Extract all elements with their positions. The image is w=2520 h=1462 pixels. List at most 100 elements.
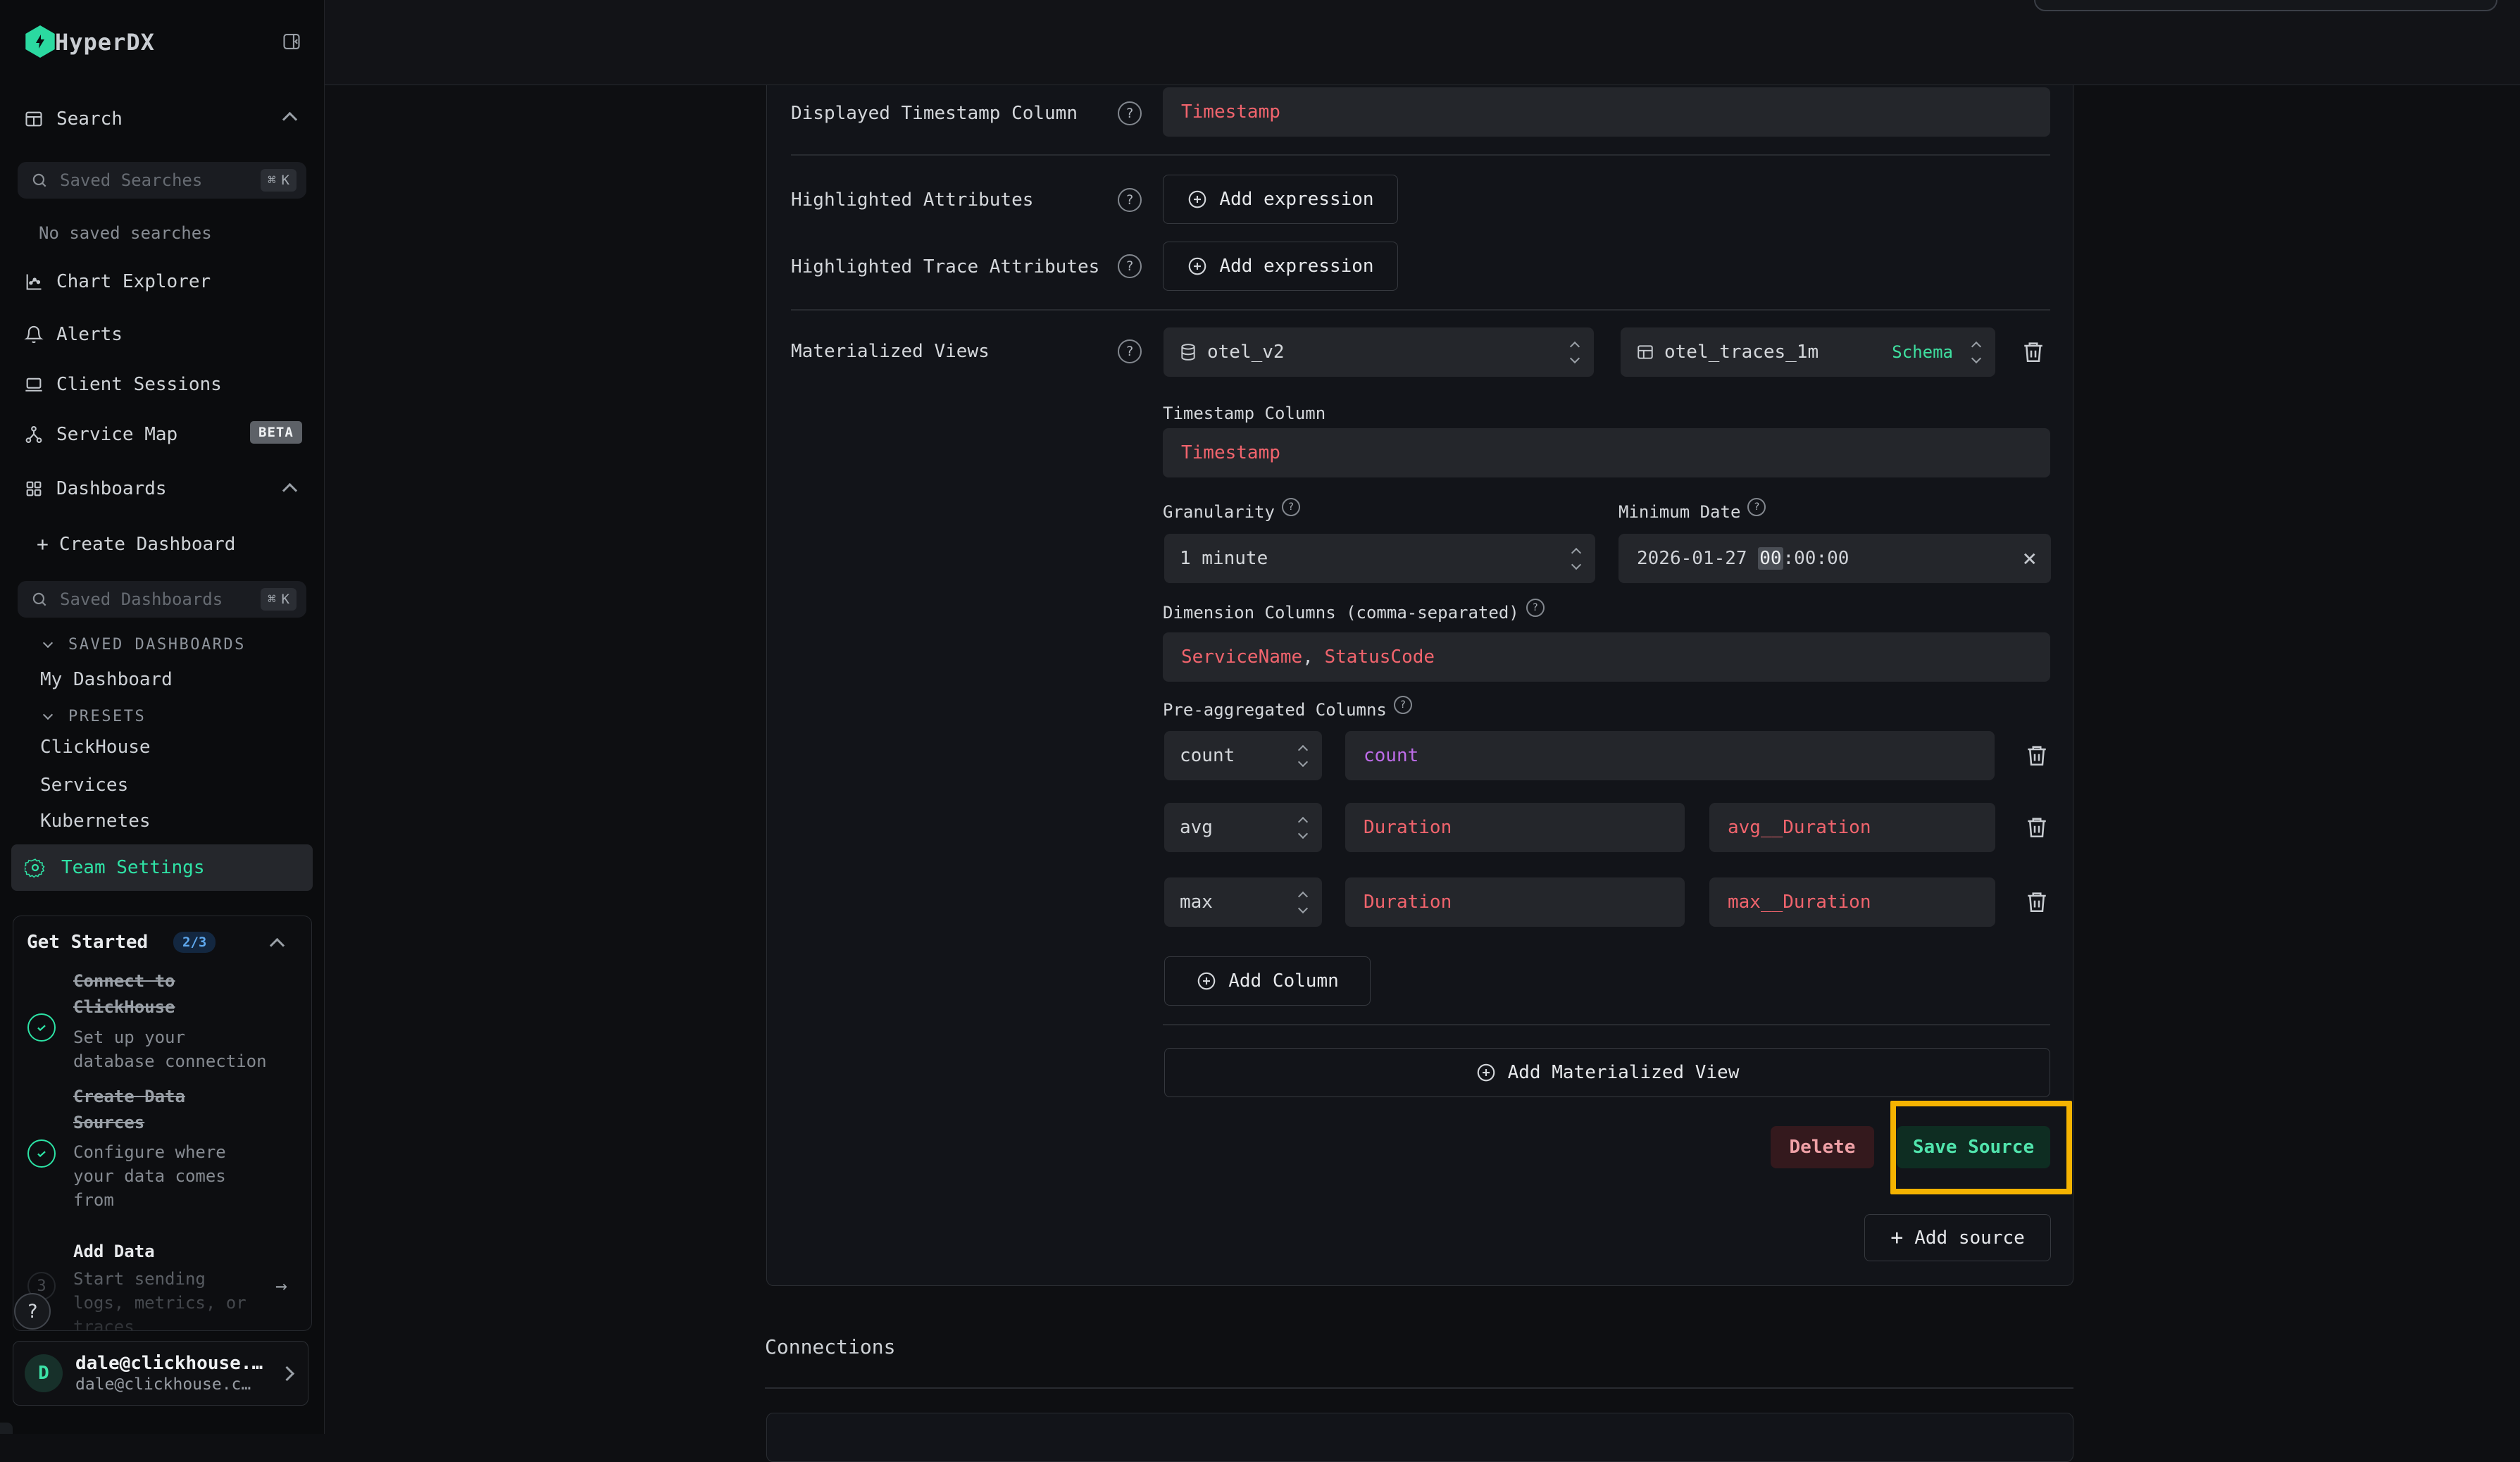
chevron-up-icon[interactable]	[282, 112, 297, 127]
search-icon	[30, 171, 49, 189]
delete-agg-row-icon[interactable]	[2024, 814, 2050, 844]
sidebar-item-team-settings[interactable]: Team Settings	[11, 844, 313, 891]
arrow-right-icon[interactable]: →	[275, 1274, 287, 1297]
schema-link[interactable]: Schema	[1892, 342, 1953, 362]
agg-fn-select[interactable]: count	[1164, 731, 1322, 780]
chevron-down-icon[interactable]	[43, 710, 53, 720]
sidebar-item-clickhouse[interactable]: ClickHouse	[40, 737, 151, 758]
gear-icon	[25, 857, 46, 878]
search-icon	[30, 590, 49, 608]
help-icon[interactable]: ?	[1118, 188, 1142, 212]
agg-fn-select[interactable]: max	[1164, 877, 1322, 927]
get-started-title: Get Started	[27, 932, 148, 953]
team-settings-label: Team Settings	[61, 857, 205, 878]
agg-expr-input[interactable]: Duration	[1345, 877, 1685, 927]
sidebar-item-my-dashboard[interactable]: My Dashboard	[40, 669, 173, 690]
add-materialized-view-button[interactable]: Add Materialized View	[1164, 1048, 2050, 1097]
minimum-date-value: 2026-01-27 00:00:00	[1637, 548, 1849, 569]
chart-explorer-icon	[23, 271, 44, 292]
help-icon[interactable]: ?	[1118, 101, 1142, 125]
saved-dashboards-input[interactable]	[58, 589, 261, 610]
delete-agg-row-icon[interactable]	[2024, 889, 2050, 918]
gs-item-connect-title[interactable]: Connect to ClickHouse	[73, 968, 277, 1020]
add-source-button[interactable]: + Add source	[1864, 1214, 2051, 1261]
service-map-icon	[23, 424, 44, 445]
save-source-button[interactable]: Save Source	[1897, 1126, 2050, 1168]
plus-circle-icon	[1187, 256, 1208, 277]
gs-item-sources-title[interactable]: Create Data Sources	[73, 1084, 256, 1136]
connections-heading: Connections	[765, 1335, 895, 1358]
app-name: HyperDX	[55, 29, 155, 56]
bottom-left-widget-cutoff	[0, 1423, 13, 1434]
get-started-panel: Get Started 2/3 Connect to ClickHouse Se…	[13, 916, 312, 1331]
highlighted-attributes-label: Highlighted Attributes	[791, 189, 1033, 211]
sidebar-item-client-sessions[interactable]: Client Sessions	[56, 374, 222, 395]
dimension-columns-input[interactable]: ServiceName, StatusCode	[1163, 632, 2050, 682]
chevron-updown-icon	[1573, 549, 1580, 568]
agg-fn-select[interactable]: avg	[1164, 803, 1322, 852]
sidebar-item-service-map[interactable]: Service Map	[56, 424, 177, 445]
add-trace-expression-button[interactable]: Add expression	[1163, 242, 1398, 291]
delete-source-button[interactable]: Delete	[1771, 1126, 1874, 1168]
add-expression-button[interactable]: Add expression	[1163, 175, 1398, 224]
sidebar-item-alerts[interactable]: Alerts	[56, 324, 123, 345]
chevron-down-icon[interactable]	[43, 638, 53, 648]
help-icon[interactable]: ?	[1118, 339, 1142, 363]
sidebar-item-chart-explorer[interactable]: Chart Explorer	[56, 271, 211, 292]
date-segment-selected: 00	[1758, 547, 1783, 570]
group-presets[interactable]: PRESETS	[68, 708, 146, 725]
gs-item-add-data-title[interactable]: Add Data	[73, 1239, 277, 1265]
displayed-timestamp-input[interactable]: Timestamp	[1163, 87, 2050, 137]
chevron-up-icon[interactable]	[282, 483, 297, 498]
delete-agg-row-icon[interactable]	[2024, 742, 2050, 772]
mv-timestamp-column-input[interactable]: Timestamp	[1163, 428, 2050, 477]
saved-dashboards-searchbox[interactable]: ⌘K	[18, 581, 306, 618]
clear-date-icon[interactable]: ×	[2023, 546, 2037, 570]
sidebar-item-kubernetes[interactable]: Kubernetes	[40, 811, 151, 832]
alerts-bell-icon	[23, 324, 44, 345]
user-email: dale@clickhouse.c…	[75, 1375, 269, 1394]
chevron-updown-icon	[1973, 343, 1980, 362]
help-icon[interactable]: ?	[1282, 498, 1300, 516]
mv-database-select[interactable]: otel_v2	[1164, 327, 1594, 377]
sidebar-item-services[interactable]: Services	[40, 775, 128, 796]
saved-searches-input[interactable]	[58, 170, 261, 191]
sidebar-item-dashboards[interactable]: Dashboards	[56, 478, 167, 499]
saved-searches-searchbox[interactable]: ⌘K	[18, 162, 306, 199]
materialized-views-label: Materialized Views	[791, 341, 990, 362]
mv-table-select[interactable]: otel_traces_1m Schema	[1621, 327, 1995, 377]
chevron-updown-icon	[1571, 343, 1578, 362]
table-icon	[1636, 343, 1654, 361]
displayed-timestamp-value: Timestamp	[1181, 101, 1280, 123]
highlighted-trace-attributes-label: Highlighted Trace Attributes	[791, 256, 1099, 277]
hyperdx-logo[interactable]	[24, 25, 56, 58]
cmd-icon: ⌘	[268, 592, 275, 607]
chevron-up-icon[interactable]	[270, 938, 285, 953]
agg-expr-input[interactable]: count	[1345, 731, 1995, 780]
chevron-updown-icon	[1299, 818, 1306, 837]
agg-alias-input[interactable]: max__Duration	[1709, 877, 1995, 927]
add-column-button[interactable]: Add Column	[1164, 956, 1371, 1006]
help-icon[interactable]: ?	[1747, 498, 1766, 516]
help-icon[interactable]: ?	[1394, 696, 1412, 714]
granularity-label: Granularity ?	[1163, 502, 1300, 522]
plus-circle-icon	[1476, 1062, 1497, 1083]
divider	[791, 154, 2050, 156]
help-button[interactable]: ?	[14, 1293, 51, 1330]
agg-expr-input[interactable]: Duration	[1345, 803, 1685, 852]
mv-table-value: otel_traces_1m	[1664, 342, 1819, 363]
dashboards-icon	[23, 478, 44, 499]
granularity-select[interactable]: 1 minute	[1164, 534, 1595, 583]
beta-badge: BETA	[250, 421, 302, 444]
minimum-date-label: Minimum Date ?	[1618, 502, 1766, 522]
agg-alias-input[interactable]: avg__Duration	[1709, 803, 1995, 852]
group-saved-dashboards[interactable]: SAVED DASHBOARDS	[68, 636, 246, 654]
help-icon[interactable]: ?	[1526, 599, 1545, 617]
user-menu[interactable]: D dale@clickhouse.… dale@clickhouse.c…	[13, 1341, 308, 1406]
help-icon[interactable]: ?	[1118, 254, 1142, 278]
create-dashboard-button[interactable]: Create Dashboard	[59, 534, 235, 555]
sidebar-item-search[interactable]: Search	[56, 108, 123, 130]
collapse-sidebar-icon[interactable]	[282, 32, 301, 54]
delete-mv-icon[interactable]	[2021, 339, 2046, 368]
minimum-date-input[interactable]: 2026-01-27 00:00:00 ×	[1618, 534, 2051, 583]
